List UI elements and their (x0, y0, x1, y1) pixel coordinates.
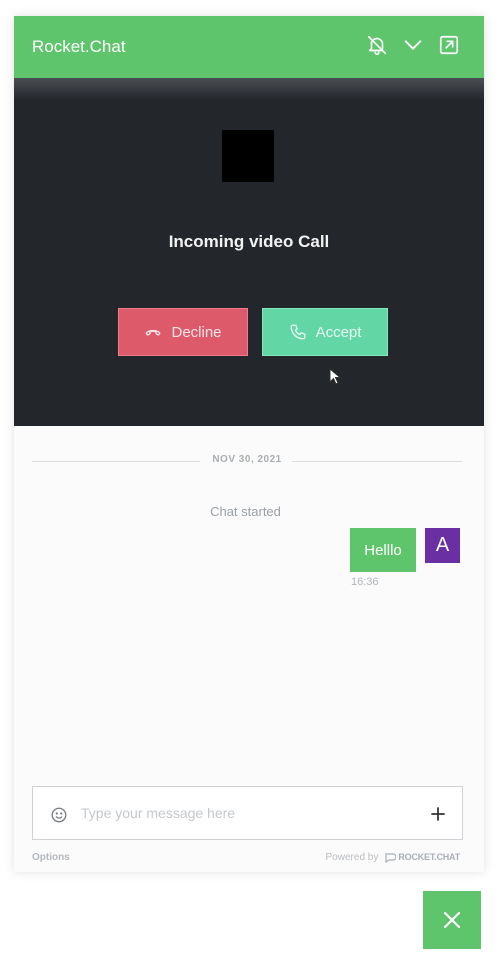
message-time: 16:36 (351, 576, 379, 588)
system-message: Chat started (210, 504, 281, 519)
accept-label: Accept (315, 323, 362, 341)
close-icon (443, 911, 461, 929)
message-input[interactable] (81, 801, 411, 825)
decline-button[interactable]: Decline (118, 308, 248, 356)
date-separator: NOV 30, 2021 (32, 454, 462, 468)
avatar: A (425, 528, 460, 563)
message-composer (32, 786, 463, 840)
header-title: Rocket.Chat (32, 37, 126, 56)
livechat-widget: Rocket.Chat Incoming video Call Decline … (14, 16, 484, 872)
message-bubble: Helllo (350, 528, 416, 572)
accept-button[interactable]: Accept (262, 308, 388, 356)
powered-by-label: Powered by (325, 851, 379, 863)
options-link[interactable]: Options (32, 852, 70, 863)
video-call-panel: Incoming video Call Decline Accept (14, 78, 484, 426)
chevron-down-icon[interactable] (402, 34, 424, 56)
header-actions (366, 34, 460, 56)
powered-by[interactable]: Powered by ROCKET.CHAT (326, 851, 460, 863)
popout-icon[interactable] (438, 34, 460, 56)
phone-hangup-icon (146, 329, 161, 336)
rocketchat-logo: ROCKET.CHAT (384, 851, 460, 863)
incoming-call-title: Incoming video Call (168, 232, 330, 251)
bell-off-icon[interactable] (366, 34, 388, 56)
plus-icon[interactable] (430, 806, 446, 822)
rocket-logo-icon (385, 853, 397, 863)
message-list: NOV 30, 2021 Chat started Helllo A 16:36 (14, 426, 484, 766)
date-label: NOV 30, 2021 (212, 454, 282, 465)
separator-line (292, 461, 462, 462)
close-widget-button[interactable] (423, 891, 481, 949)
widget-header: Rocket.Chat (14, 16, 484, 78)
decline-label: Decline (171, 323, 222, 341)
mouse-cursor-icon (329, 368, 342, 385)
brand-label: ROCKET.CHAT (398, 852, 460, 862)
caller-avatar (222, 130, 274, 182)
emoji-icon[interactable] (50, 806, 68, 824)
phone-icon (290, 324, 305, 340)
